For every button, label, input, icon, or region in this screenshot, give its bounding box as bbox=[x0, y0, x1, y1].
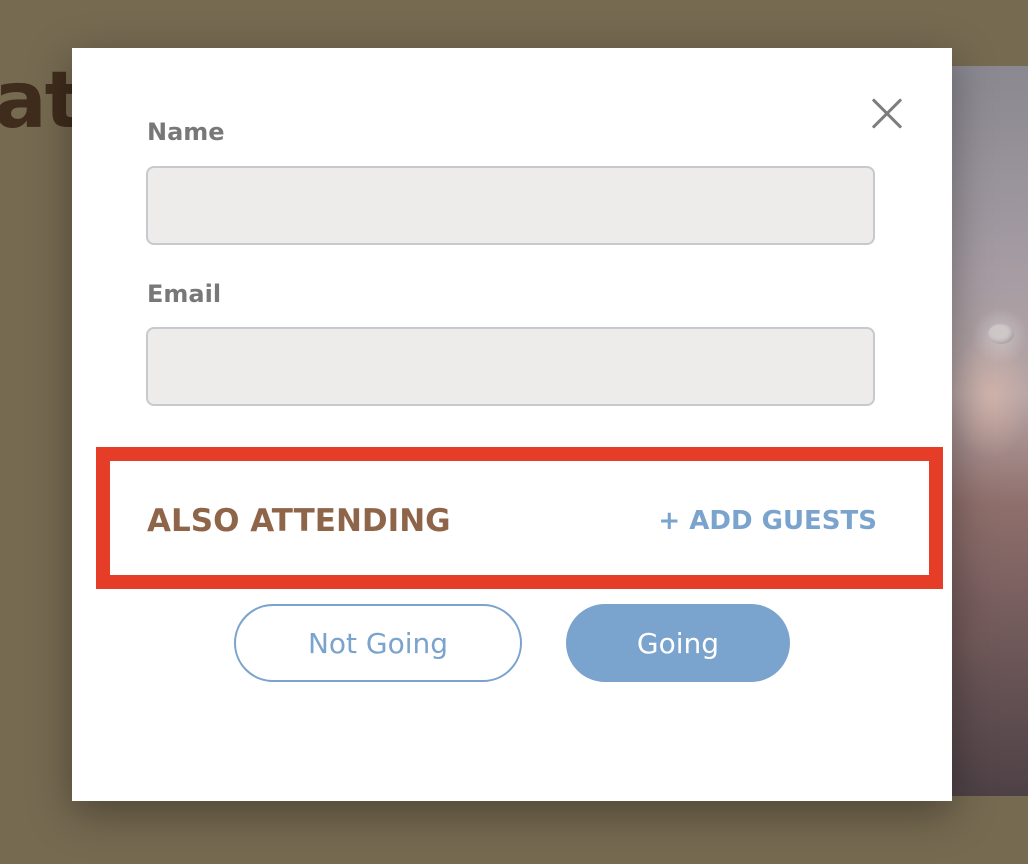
photo-detail bbox=[988, 324, 1014, 344]
rsvp-modal: Name Email ALSO ATTENDING + ADD GUESTS N… bbox=[72, 48, 952, 801]
name-label: Name bbox=[147, 118, 225, 146]
background-heading-fragment: at bbox=[0, 56, 82, 146]
not-going-button[interactable]: Not Going bbox=[234, 604, 522, 682]
email-label: Email bbox=[147, 280, 222, 308]
add-guests-link[interactable]: + ADD GUESTS bbox=[658, 506, 877, 536]
also-attending-title: ALSO ATTENDING bbox=[147, 503, 451, 539]
email-field[interactable] bbox=[146, 327, 875, 406]
close-icon[interactable] bbox=[867, 95, 905, 133]
going-button[interactable]: Going bbox=[566, 604, 790, 682]
name-field[interactable] bbox=[146, 166, 875, 245]
